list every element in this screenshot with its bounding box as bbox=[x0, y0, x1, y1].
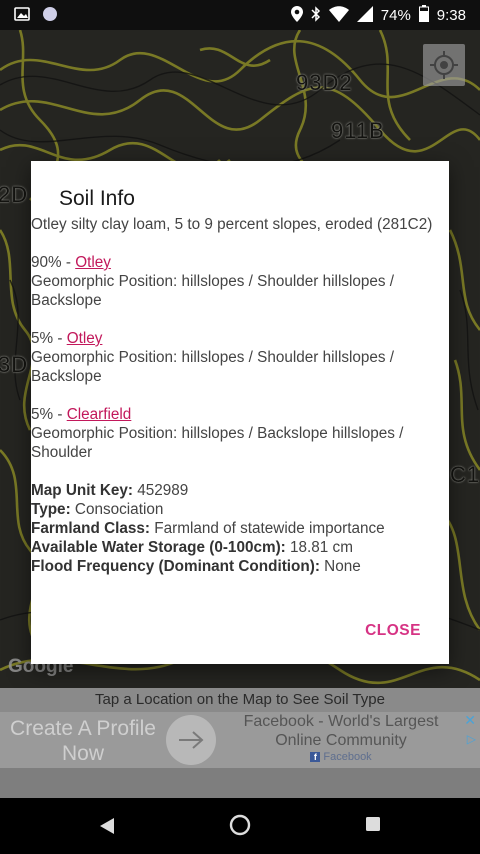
field-type: Type: Consociation bbox=[31, 501, 164, 518]
component-percent: 5% - bbox=[31, 330, 67, 347]
ad-text: Facebook - World's Largest Online Commun… bbox=[243, 713, 439, 749]
bluetooth-icon bbox=[311, 5, 321, 26]
component-3: 5% - Clearfield bbox=[31, 405, 443, 424]
back-icon[interactable] bbox=[98, 816, 116, 841]
component-link[interactable]: Clearfield bbox=[67, 406, 132, 423]
component-1: 90% - Otley bbox=[31, 253, 443, 272]
ad-banner[interactable]: Create A Profile Now Facebook - World's … bbox=[0, 712, 480, 768]
field-water-storage: Available Water Storage (0-100cm): 18.81… bbox=[31, 539, 353, 556]
recents-icon[interactable] bbox=[365, 816, 381, 837]
component-position: Geomorphic Position: hillslopes / Backsl… bbox=[31, 425, 404, 461]
component-link[interactable]: Otley bbox=[67, 330, 103, 347]
field-map-unit-key: Map Unit Key: 452989 bbox=[31, 482, 189, 499]
circle-icon bbox=[42, 6, 58, 26]
home-icon[interactable] bbox=[229, 814, 251, 841]
battery-percent: 74% bbox=[380, 7, 411, 24]
ad-description[interactable]: Facebook - World's Largest Online Commun… bbox=[228, 712, 454, 764]
image-icon bbox=[14, 6, 30, 26]
ad-headline[interactable]: Create A Profile Now bbox=[8, 716, 158, 766]
component-link[interactable]: Otley bbox=[75, 254, 111, 271]
signal-icon bbox=[356, 5, 373, 26]
ad-close-icon[interactable]: ✕ bbox=[464, 712, 476, 729]
dialog-body: Otley silty clay loam, 5 to 9 percent sl… bbox=[31, 215, 443, 576]
clock: 9:38 bbox=[436, 7, 466, 24]
component-percent: 5% - bbox=[31, 406, 67, 423]
ad-choices-icon[interactable]: ▷ bbox=[467, 732, 476, 746]
component-position: Geomorphic Position: hillslopes / Should… bbox=[31, 349, 395, 385]
tap-hint: Tap a Location on the Map to See Soil Ty… bbox=[0, 688, 480, 712]
field-flood-frequency: Flood Frequency (Dominant Condition): No… bbox=[31, 558, 361, 575]
navigation-bar bbox=[0, 798, 480, 854]
dialog-title: Soil Info bbox=[59, 187, 135, 210]
facebook-icon: f bbox=[310, 752, 321, 763]
ad-source: f Facebook bbox=[228, 750, 454, 764]
field-farmland-class: Farmland Class: Farmland of statewide im… bbox=[31, 520, 385, 537]
status-bar: 74% 9:38 bbox=[0, 0, 480, 30]
map-unit-name: Otley silty clay loam, 5 to 9 percent sl… bbox=[31, 216, 433, 233]
location-icon bbox=[290, 5, 303, 26]
battery-icon bbox=[418, 5, 429, 26]
component-percent: 90% - bbox=[31, 254, 76, 271]
arrow-right-icon bbox=[179, 731, 204, 749]
soil-info-dialog: Soil Info Otley silty clay loam, 5 to 9 … bbox=[31, 161, 449, 664]
ad-arrow-button[interactable] bbox=[166, 715, 216, 765]
wifi-icon bbox=[328, 5, 349, 26]
close-button[interactable]: CLOSE bbox=[365, 622, 421, 640]
bottom-spacer bbox=[0, 768, 480, 798]
component-position: Geomorphic Position: hillslopes / Should… bbox=[31, 273, 395, 309]
component-2: 5% - Otley bbox=[31, 329, 443, 348]
